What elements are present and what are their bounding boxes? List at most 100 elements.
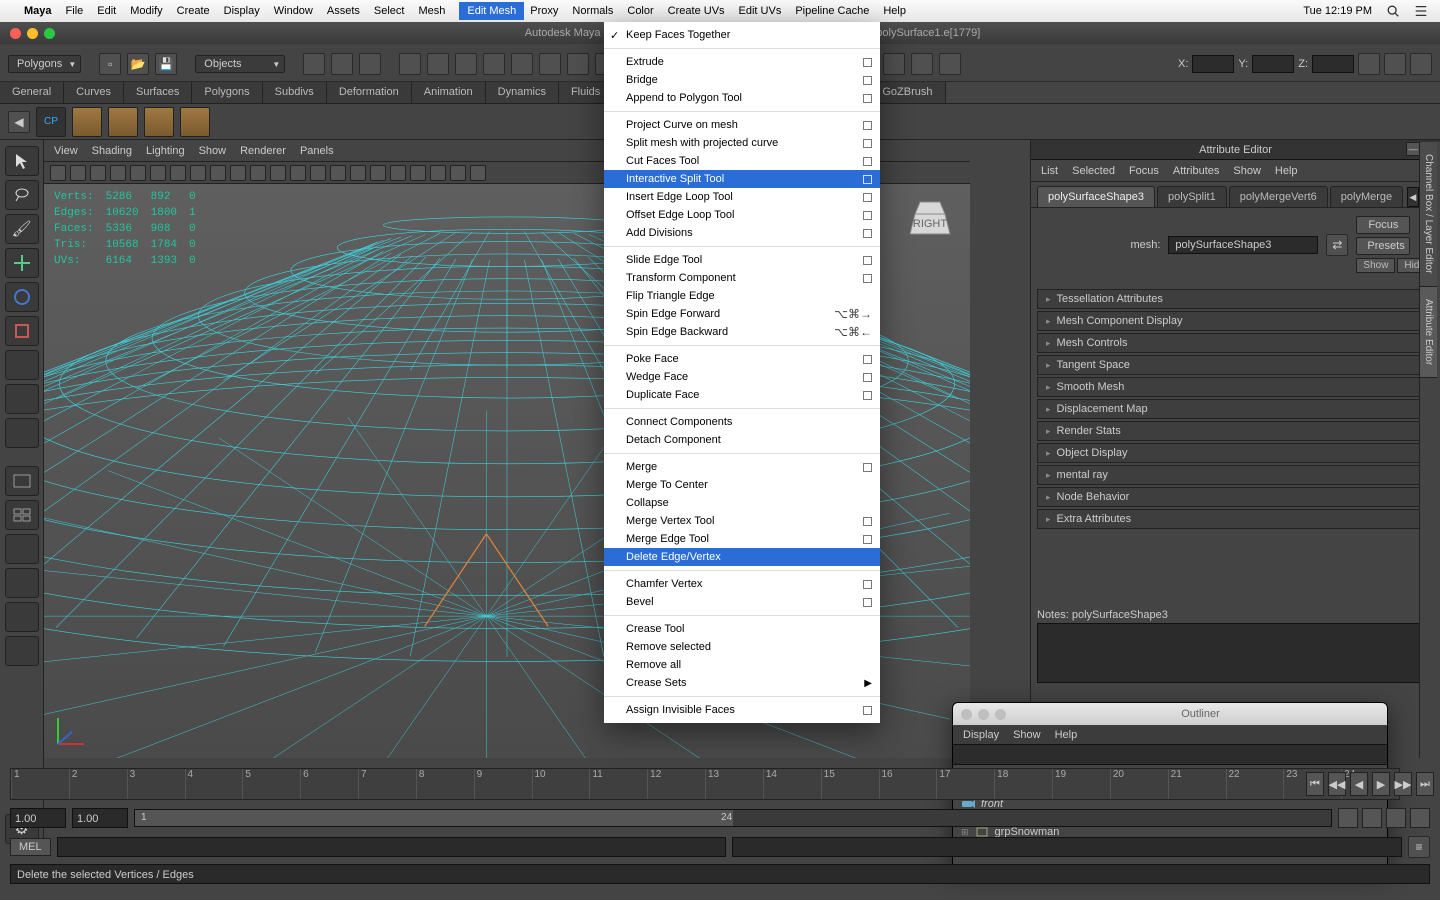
shelf-cp-button[interactable]: CP (36, 107, 66, 137)
vp-menu-lighting[interactable]: Lighting (146, 145, 185, 157)
section-mesh-controls[interactable]: Mesh Controls (1037, 333, 1434, 353)
vp-icon[interactable] (350, 165, 366, 181)
close-icon[interactable] (10, 28, 21, 39)
render-icon-4[interactable] (911, 53, 933, 75)
autokey-icon[interactable] (1338, 808, 1358, 828)
layout-3[interactable] (5, 602, 39, 632)
menu-item[interactable]: Crease Sets▶ (604, 674, 880, 692)
shelf-tab-curves[interactable]: Curves (64, 82, 124, 103)
ae-tab-shape[interactable]: polySurfaceShape3 (1037, 186, 1155, 207)
section-extra[interactable]: Extra Attributes (1037, 509, 1434, 529)
vp-icon[interactable] (270, 165, 286, 181)
last-tool[interactable] (5, 418, 39, 448)
menu-item[interactable]: Cut Faces Tool (604, 152, 880, 170)
vp-icon[interactable] (370, 165, 386, 181)
panel-toggle-2[interactable] (1384, 53, 1406, 75)
menu-mesh[interactable]: Mesh (418, 5, 445, 17)
range-start-field[interactable]: 1.00 (10, 808, 66, 828)
render-icon-5[interactable] (939, 53, 961, 75)
side-tab-ae[interactable]: Attribute Editor (1420, 287, 1437, 378)
shelf-tab-surfaces[interactable]: Surfaces (124, 82, 192, 103)
menu-item[interactable]: Poke Face (604, 350, 880, 368)
shelf-tab-general[interactable]: General (0, 82, 64, 103)
mask-icon-2[interactable] (427, 53, 449, 75)
ae-tab-polysplit[interactable]: polySplit1 (1157, 186, 1227, 207)
coord-y-input[interactable] (1252, 55, 1294, 73)
ae-menu-selected[interactable]: Selected (1072, 165, 1115, 177)
menu-item[interactable]: Append to Polygon Tool (604, 89, 880, 107)
section-smooth[interactable]: Smooth Mesh (1037, 377, 1434, 397)
open-scene-icon[interactable]: 📂 (127, 53, 149, 75)
menu-select[interactable]: Select (374, 5, 405, 17)
menu-create[interactable]: Create (177, 5, 210, 17)
menu-item[interactable]: Flip Triangle Edge (604, 287, 880, 305)
section-objdisp[interactable]: Object Display (1037, 443, 1434, 463)
vp-icon[interactable] (190, 165, 206, 181)
vp-icon[interactable] (410, 165, 426, 181)
menu-item[interactable]: Remove selected (604, 638, 880, 656)
shelf-tab-polygons[interactable]: Polygons (192, 82, 262, 103)
shelf-tab-animation[interactable]: Animation (412, 82, 486, 103)
menu-item[interactable]: Bridge (604, 71, 880, 89)
menu-item[interactable]: Merge To Center (604, 476, 880, 494)
menu-create-uvs[interactable]: Create UVs (668, 5, 725, 17)
mask-icon-6[interactable] (539, 53, 561, 75)
panel-toggle-3[interactable] (1410, 53, 1432, 75)
mask-icon-5[interactable] (511, 53, 533, 75)
panel-toggle-1[interactable] (1358, 53, 1380, 75)
lasso-tool[interactable] (5, 180, 39, 210)
ae-tab-prev[interactable]: ◀ (1407, 187, 1418, 207)
sel-component-icon[interactable] (359, 53, 381, 75)
layout-2v[interactable] (5, 534, 39, 564)
menu-item[interactable]: Merge Edge Tool (604, 530, 880, 548)
scale-tool[interactable] (5, 316, 39, 346)
vp-menu-view[interactable]: View (54, 145, 78, 157)
outliner-search[interactable] (953, 745, 1387, 765)
menu-item[interactable]: Add Divisions (604, 224, 880, 242)
shelf-collapse-icon[interactable]: ◀ (8, 111, 30, 133)
list-icon[interactable] (1414, 4, 1428, 18)
menu-item[interactable]: Crease Tool (604, 620, 880, 638)
menu-item[interactable]: Merge Vertex Tool (604, 512, 880, 530)
coord-x-input[interactable] (1192, 55, 1234, 73)
key-icon[interactable] (1362, 808, 1382, 828)
notes-textarea[interactable] (1037, 623, 1434, 683)
vp-icon[interactable] (430, 165, 446, 181)
goto-start-icon[interactable]: ⏮ (1306, 772, 1324, 796)
traffic-lights[interactable] (0, 28, 65, 39)
vp-icon[interactable] (150, 165, 166, 181)
ot-menu-help[interactable]: Help (1055, 729, 1078, 741)
manip-tool[interactable] (5, 350, 39, 380)
mask-icon-7[interactable] (567, 53, 589, 75)
section-tessellation[interactable]: Tessellation Attributes (1037, 289, 1434, 309)
menu-item[interactable]: Spin Edge Backward⌥⌘← (604, 323, 880, 341)
section-tangent[interactable]: Tangent Space (1037, 355, 1434, 375)
shelf-button-3[interactable] (144, 107, 174, 137)
save-scene-icon[interactable]: 💾 (155, 53, 177, 75)
menu-item[interactable]: Insert Edge Loop Tool (604, 188, 880, 206)
cmd-lang-label[interactable]: MEL (10, 838, 51, 856)
vp-icon[interactable] (450, 165, 466, 181)
vp-icon[interactable] (170, 165, 186, 181)
time-slider[interactable]: 123456789101112131415161718192021222324 (10, 768, 1400, 800)
mask-icon-1[interactable] (399, 53, 421, 75)
vp-icon[interactable] (90, 165, 106, 181)
selection-mode-combo[interactable]: Objects (195, 55, 285, 73)
shelf-tab-gozbrush[interactable]: GoZBrush (870, 82, 945, 103)
focus-button[interactable]: Focus (1356, 216, 1410, 234)
io-icon[interactable]: ⇄ (1326, 234, 1348, 256)
ae-menu-show[interactable]: Show (1233, 165, 1261, 177)
menu-item[interactable]: Chamfer Vertex (604, 575, 880, 593)
menu-item[interactable]: Duplicate Face (604, 386, 880, 404)
menu-item[interactable]: Offset Edge Loop Tool (604, 206, 880, 224)
rotate-tool[interactable] (5, 282, 39, 312)
vp-menu-panels[interactable]: Panels (300, 145, 334, 157)
ot-menu-display[interactable]: Display (963, 729, 999, 741)
ae-tab-mergevert[interactable]: polyMergeVert6 (1229, 186, 1328, 207)
shelf-button-1[interactable] (72, 107, 102, 137)
ae-menu-list[interactable]: List (1041, 165, 1058, 177)
menu-item[interactable]: Remove all (604, 656, 880, 674)
ae-menu-help[interactable]: Help (1275, 165, 1298, 177)
menu-item[interactable]: Merge (604, 458, 880, 476)
section-mesh-comp[interactable]: Mesh Component Display (1037, 311, 1434, 331)
